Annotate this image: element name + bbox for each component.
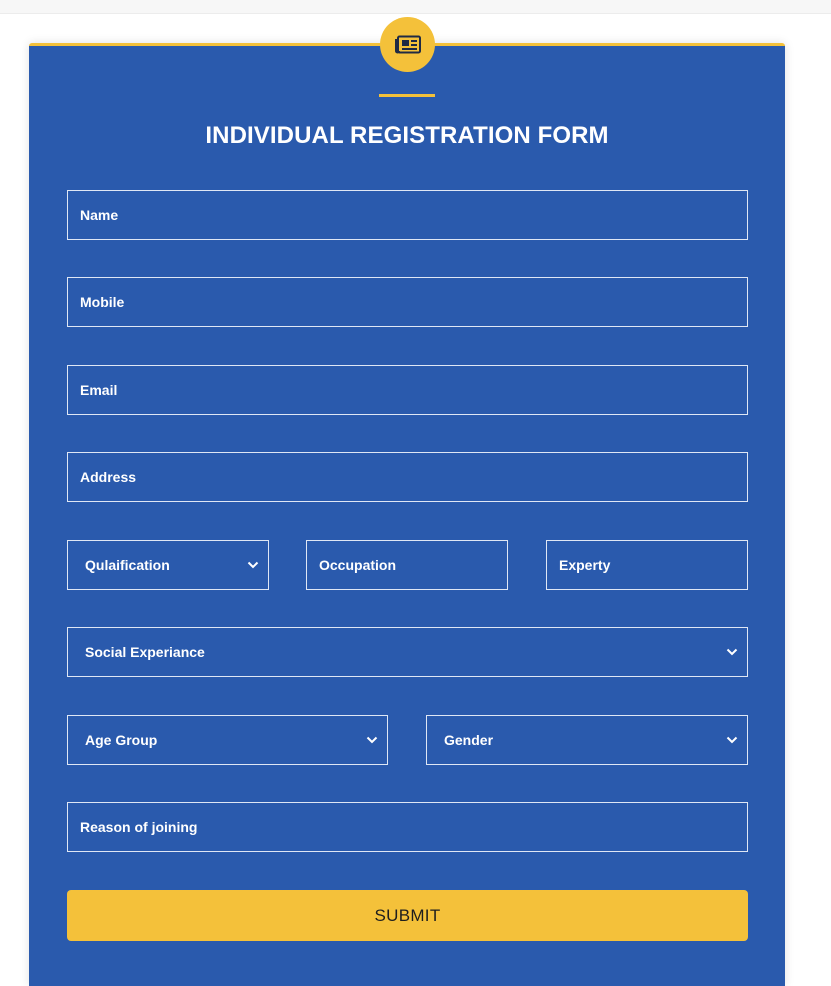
qualification-select-label: Qulaification (85, 557, 170, 573)
chevron-down-icon (366, 736, 378, 744)
form-badge (380, 17, 435, 72)
mobile-field-label: Mobile (80, 294, 125, 310)
experty-field[interactable]: Experty (546, 540, 748, 590)
address-field[interactable]: Address (67, 452, 748, 502)
email-field[interactable]: Email (67, 365, 748, 415)
address-field-label: Address (80, 469, 137, 485)
reason-field[interactable]: Reason of joining (67, 802, 748, 852)
form-title: INDIVIDUAL REGISTRATION FORM (205, 122, 609, 149)
qualification-select[interactable]: Qulaification (67, 540, 269, 590)
social-experience-select[interactable]: Social Experiance (67, 627, 748, 677)
submit-button[interactable]: SUBMIT (67, 890, 748, 941)
newspaper-icon (394, 35, 421, 53)
name-field-label: Name (80, 207, 119, 223)
mobile-field[interactable]: Mobile (67, 277, 748, 327)
title-divider (379, 94, 435, 97)
reason-field-label: Reason of joining (80, 819, 198, 835)
occupation-field-label: Occupation (319, 557, 397, 573)
age-group-select-label: Age Group (85, 732, 158, 748)
age-group-select[interactable]: Age Group (67, 715, 388, 765)
chevron-down-icon (247, 561, 259, 569)
gender-select[interactable]: Gender (426, 715, 748, 765)
top-bar (0, 0, 831, 14)
social-experience-select-label: Social Experiance (85, 644, 205, 660)
name-field[interactable]: Name (67, 190, 748, 240)
experty-field-label: Experty (559, 557, 611, 573)
chevron-down-icon (726, 736, 738, 744)
chevron-down-icon (726, 648, 738, 656)
gender-select-label: Gender (444, 732, 494, 748)
email-field-label: Email (80, 382, 118, 398)
occupation-field[interactable]: Occupation (306, 540, 508, 590)
